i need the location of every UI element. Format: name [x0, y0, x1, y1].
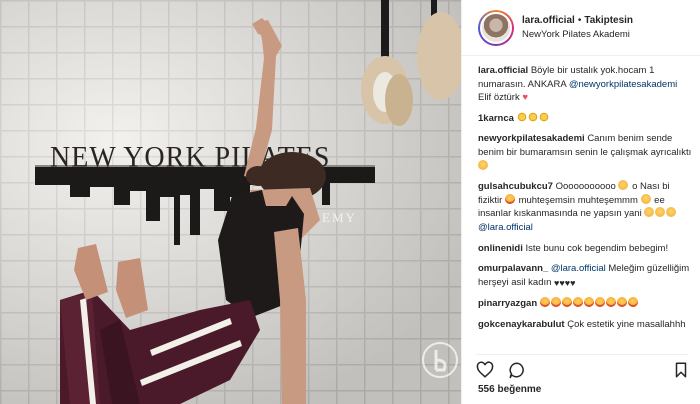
smile-emoji-icon: [655, 207, 666, 218]
comment-text: muhteşemsin muhteşemmm: [518, 194, 638, 206]
sparkle-emoji-icon: [538, 111, 549, 122]
comment-item: gulsahcubukcu7 Ooooooooooo o Nası bi fiz…: [478, 180, 692, 234]
avatar-image: [480, 11, 512, 44]
watermark-logo: [422, 342, 458, 378]
post-header: lara.official • Takiptesin NewYork Pilat…: [462, 0, 700, 56]
caption: lara.official Böyle bir ustalık yok.hoca…: [478, 64, 692, 105]
smile-emoji-icon: [666, 207, 677, 218]
comment-mention[interactable]: @lara.official: [551, 263, 606, 274]
smile-emoji-icon: [644, 207, 655, 218]
heart-eyes-emoji-icon: [616, 297, 627, 308]
action-bar: [476, 354, 690, 379]
avatar[interactable]: [478, 9, 514, 46]
comment-item: omurpalavann_ @lara.official Meleğim güz…: [478, 262, 692, 290]
smile-emoji-icon: [640, 193, 651, 204]
red-heart-emoji: ♥: [522, 92, 528, 104]
comment-item: newyorkpilatesakademi Canım benim sende …: [478, 132, 692, 173]
comment-username[interactable]: gulsahcubukcu7: [478, 181, 553, 192]
comment-text: Iste bunu cok begendim bebegim!: [525, 242, 669, 254]
comment-text-tail: Elif öztürk: [478, 92, 520, 104]
comment-text: Çok estetik yine masallahhh: [567, 318, 686, 330]
heart-eyes-emoji-icon: [594, 297, 605, 308]
comment-mention[interactable]: @newyorkpilatesakademi: [569, 79, 677, 90]
comment-username[interactable]: onlinenidi: [478, 243, 523, 254]
post-sidebar: lara.official • Takiptesin NewYork Pilat…: [461, 0, 700, 404]
header-separator: •: [577, 14, 582, 26]
pilates-equipment: [361, 0, 461, 126]
post-photo[interactable]: NEW YORK PILATES EMY: [0, 0, 461, 404]
comment-username[interactable]: lara.official: [478, 65, 528, 76]
comment-username[interactable]: pinarryazgan: [478, 298, 537, 309]
heart-eyes-emoji-icon: [539, 297, 550, 308]
comment-icon[interactable]: [508, 361, 526, 379]
comment-username[interactable]: gokcenaykarabulut: [478, 319, 565, 330]
smile-emoji-icon: [478, 159, 488, 170]
following-button[interactable]: Takiptesin: [584, 14, 633, 28]
comment-item: gokcenaykarabulut Çok estetik yine masal…: [478, 318, 692, 332]
comment-item: onlinenidi Iste bunu cok begendim bebegi…: [478, 242, 692, 256]
location-link[interactable]: NewYork Pilates Akademi: [522, 28, 633, 42]
bookmark-icon[interactable]: [672, 361, 690, 379]
comment-mention[interactable]: @lara.official: [478, 222, 533, 233]
comment-username[interactable]: 1karnca: [478, 113, 514, 124]
black-hearts-emoji-icon: ♥♥♥♥: [554, 277, 576, 288]
instagram-post: NEW YORK PILATES EMY lara.official • Tak…: [0, 0, 700, 404]
comment-item: 1karnca: [478, 111, 692, 126]
heart-eyes-emoji-icon: [572, 297, 583, 308]
heart-eyes-emoji-icon: [561, 297, 572, 308]
sparkle-emoji-icon: [516, 111, 527, 122]
sparkle-emoji-icon: [527, 111, 538, 122]
comment-username[interactable]: newyorkpilatesakademi: [478, 133, 585, 144]
heart-eyes-emoji-icon: [583, 297, 594, 308]
comment-text: Ooooooooooo: [555, 181, 616, 193]
heart-eyes-emoji-icon: [550, 297, 561, 308]
heart-eyes-emoji-icon: [605, 297, 616, 308]
header-username[interactable]: lara.official: [522, 14, 575, 28]
comments-list: lara.official Böyle bir ustalık yok.hoca…: [478, 64, 692, 339]
astonished-emoji-icon: [618, 180, 629, 191]
heart-eyes-emoji-icon: [504, 193, 515, 204]
likes-count[interactable]: 556 beğenme: [478, 384, 541, 395]
comment-item: pinarryazgan: [478, 297, 692, 311]
heart-icon[interactable]: [476, 361, 494, 379]
heart-eyes-emoji-icon: [627, 297, 638, 308]
comment-username[interactable]: omurpalavann_: [478, 263, 548, 274]
